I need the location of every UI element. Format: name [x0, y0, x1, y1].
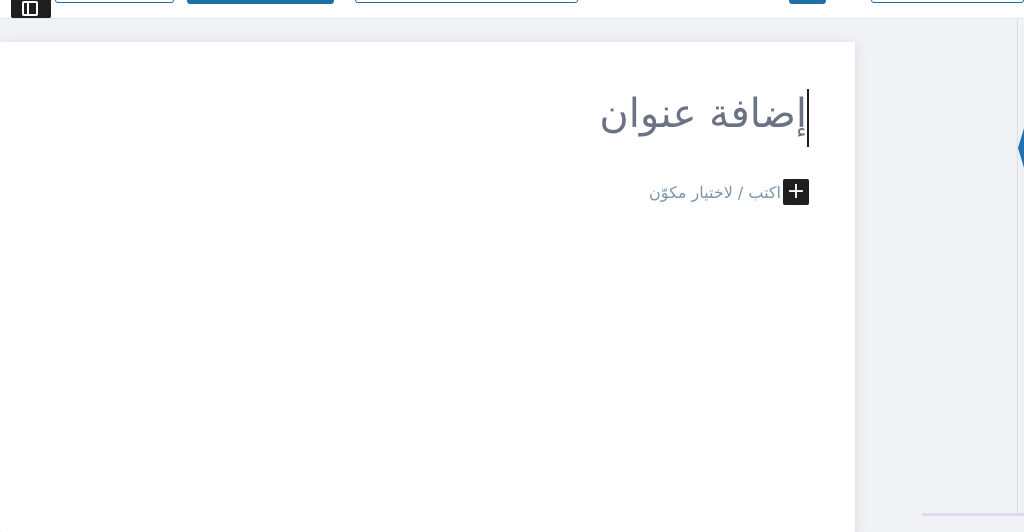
add-block-button[interactable]: +	[783, 179, 809, 205]
toolbar-button-3[interactable]	[355, 0, 578, 3]
editor-top-toolbar	[0, 0, 1024, 19]
toolbar-button-2[interactable]	[187, 0, 334, 4]
toolbar-button-4[interactable]	[789, 0, 826, 4]
editor-canvas: إضافة عنوان + اكتب / لاختيار مكوّن	[0, 42, 855, 532]
block-placeholder[interactable]: اكتب / لاختيار مكوّن	[649, 183, 781, 202]
plus-icon: +	[786, 179, 806, 204]
sidebar-toggle-icon	[22, 1, 38, 16]
post-title-input[interactable]: إضافة عنوان	[599, 94, 807, 134]
toolbar-button-1[interactable]	[55, 0, 174, 3]
text-cursor	[807, 89, 809, 147]
sidebar-edge-accent	[1018, 128, 1024, 168]
toolbar-button-5[interactable]	[871, 0, 1024, 3]
sidebar-divider	[1017, 18, 1018, 516]
empty-block-row[interactable]: + اكتب / لاختيار مكوّن	[649, 179, 809, 205]
sidebar-toggle-button[interactable]	[11, 0, 51, 18]
